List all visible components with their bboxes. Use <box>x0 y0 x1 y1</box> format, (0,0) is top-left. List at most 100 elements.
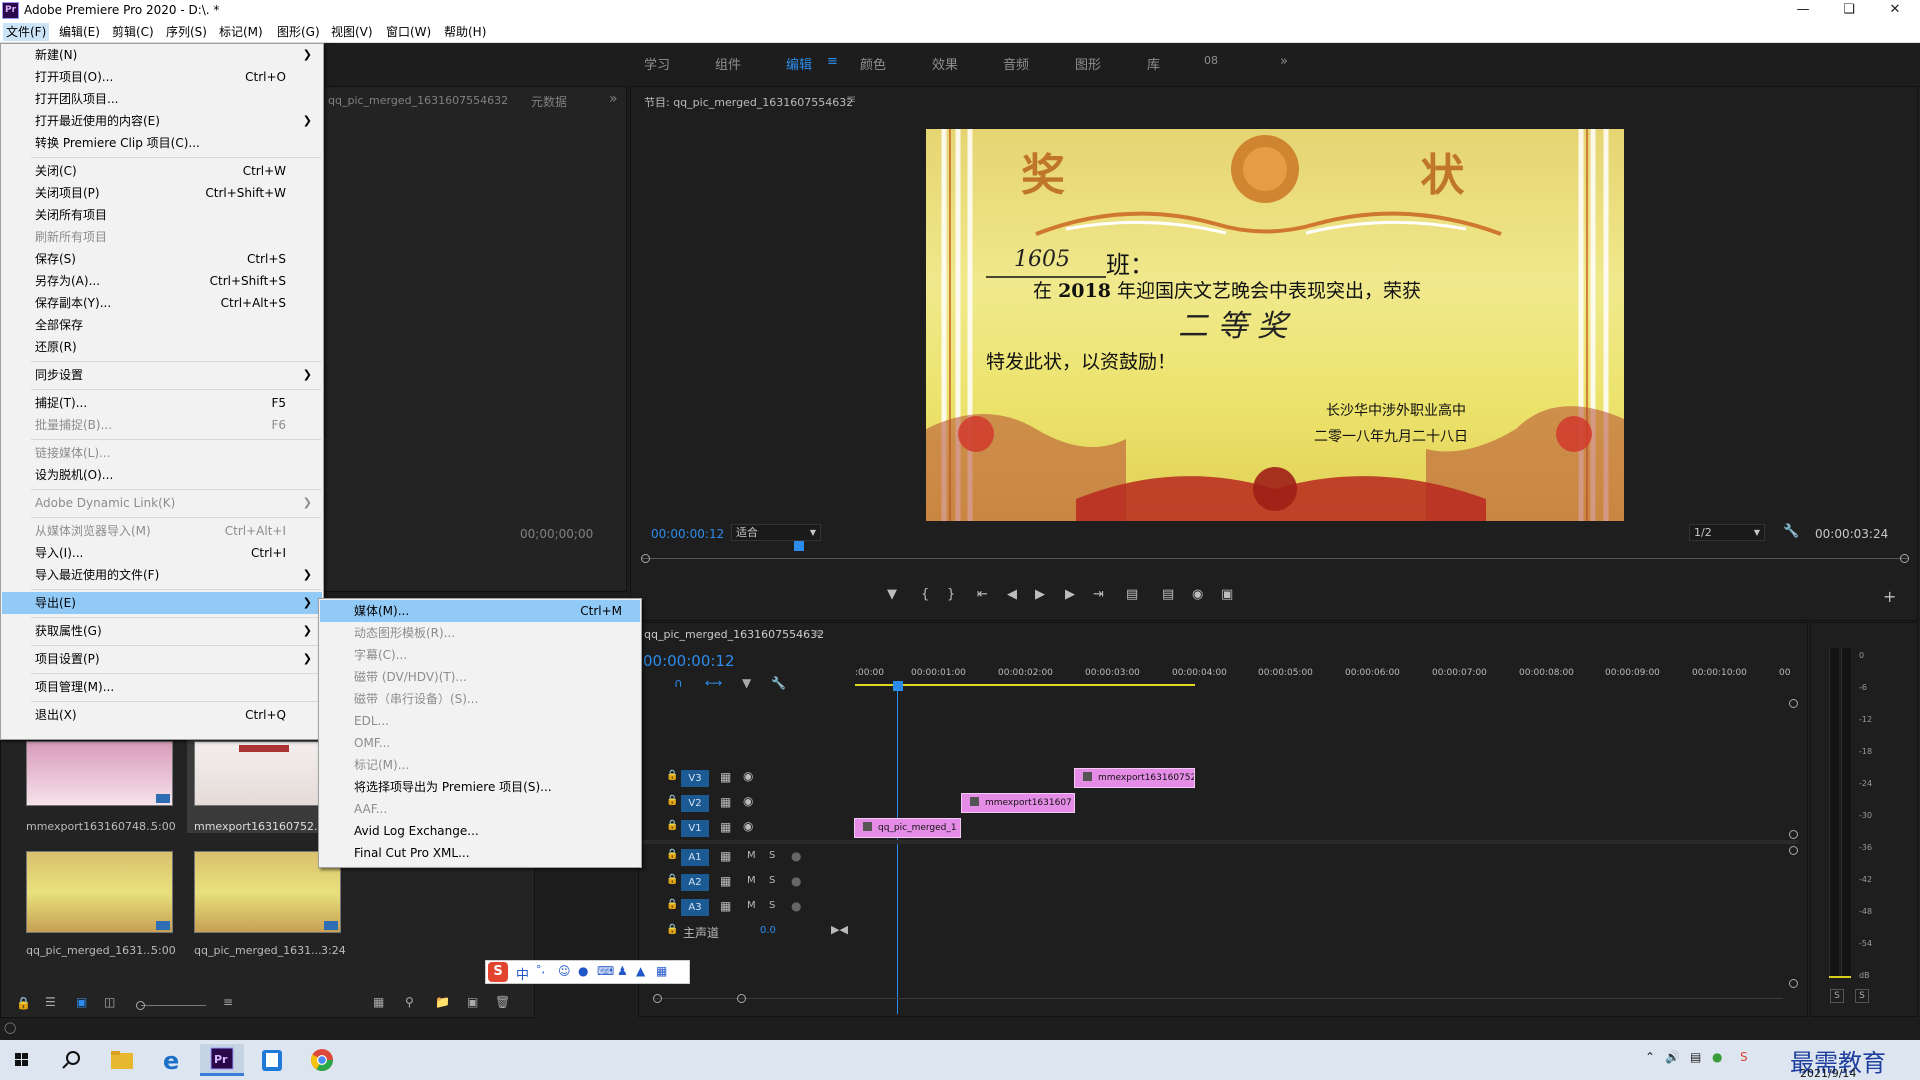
security-icon[interactable]: ● <box>1712 1050 1722 1064</box>
microphone-icon[interactable]: ● <box>578 964 588 978</box>
menu-item-open-recent[interactable]: 打开最近使用的内容(E) ❯ <box>2 110 322 132</box>
play-icon[interactable]: ▶ <box>1035 587 1045 602</box>
mute-button[interactable]: M <box>747 900 756 911</box>
menu-clip[interactable]: 剪辑(C) <box>109 23 157 41</box>
timeline-zoom-scroll[interactable] <box>653 994 1783 1003</box>
step-back-icon[interactable]: ◀ <box>1007 587 1017 602</box>
sync-lock-icon[interactable]: ▦ <box>720 849 731 863</box>
workspace-08[interactable]: 08 <box>1204 54 1218 67</box>
sogou-logo-icon[interactable]: S <box>488 962 508 982</box>
timeline-playhead-handle[interactable] <box>893 681 903 691</box>
scroll-handle[interactable] <box>1789 699 1798 708</box>
lock-icon[interactable]: 🔒 <box>666 849 678 860</box>
clip-v3[interactable]: mmexport163160752 <box>1074 768 1195 788</box>
emoji-icon[interactable]: ☺ <box>558 964 571 978</box>
network-icon[interactable]: ▤ <box>1690 1050 1701 1064</box>
microphone-icon[interactable]: ● <box>791 849 801 863</box>
list-view-icon[interactable]: ☰ <box>45 995 56 1009</box>
workspace-graphics[interactable]: 图形 <box>1075 54 1101 73</box>
scroll-handle[interactable] <box>737 994 746 1003</box>
file-explorer-icon[interactable] <box>100 1044 144 1076</box>
trash-icon[interactable]: 🗑 <box>495 995 510 1009</box>
add-button-icon[interactable]: + <box>1883 587 1896 606</box>
go-to-end-icon[interactable]: ▶◀ <box>831 923 848 936</box>
menu-window[interactable]: 窗口(W) <box>383 23 434 41</box>
time-ruler[interactable]: :00:00 00:00:01:00 00:00:02:00 00:00:03:… <box>855 663 1799 693</box>
workspace-learning[interactable]: 学习 <box>644 54 670 73</box>
menu-item-new[interactable]: 新建(N) ❯ <box>2 44 322 66</box>
scrub-start-handle[interactable] <box>641 554 650 563</box>
wrench-icon[interactable]: 🔧 <box>1783 524 1799 539</box>
ime-chinese-mode[interactable]: 中 <box>516 964 529 983</box>
workspace-overflow-icon[interactable]: » <box>1280 54 1288 69</box>
menu-file[interactable]: 文件(F) <box>3 23 50 41</box>
volume-icon[interactable]: 🔊 <box>1665 1050 1680 1064</box>
close-icon[interactable]: ✕ <box>1872 0 1918 21</box>
program-timecode[interactable]: 00:00:00:12 <box>651 527 724 541</box>
edge-browser-icon[interactable]: e <box>150 1044 194 1076</box>
sequence-tab[interactable]: qq_pic_merged_1631607554632 <box>644 628 824 641</box>
workspace-menu-icon[interactable]: ≡ <box>827 54 838 69</box>
search-icon[interactable] <box>50 1044 94 1076</box>
workspace-color[interactable]: 颜色 <box>860 54 886 73</box>
icon-view-icon[interactable]: ▣ <box>76 995 87 1009</box>
lock-icon[interactable]: 🔒 <box>666 924 678 935</box>
sync-lock-icon[interactable]: ▦ <box>720 899 731 913</box>
resolution-dropdown[interactable]: 1/2 ▼ <box>1689 524 1765 541</box>
mark-out-icon[interactable]: } <box>947 587 955 602</box>
menu-view[interactable]: 视图(V) <box>328 23 376 41</box>
menu-item-make-offline[interactable]: 设为脱机(O)... <box>2 464 322 486</box>
microphone-icon[interactable]: ● <box>791 899 801 913</box>
go-to-in-icon[interactable]: ⇤ <box>977 587 988 602</box>
menu-item-close-project[interactable]: 关闭项目(P) Ctrl+Shift+W <box>2 182 322 204</box>
lock-icon[interactable]: 🔒 <box>666 899 678 910</box>
sync-lock-icon[interactable]: ▦ <box>720 874 731 888</box>
track-toggle-v2[interactable]: V2 <box>681 795 709 812</box>
minimize-icon[interactable]: — <box>1780 0 1826 21</box>
sync-lock-icon[interactable]: ▦ <box>720 770 731 784</box>
workspace-assembly[interactable]: 组件 <box>715 54 741 73</box>
menu-item-export[interactable]: 导出(E) ❯ <box>2 592 322 614</box>
sync-lock-icon[interactable]: ▦ <box>720 795 731 809</box>
menu-item-save-copy[interactable]: 保存副本(Y)... Ctrl+Alt+S <box>2 292 322 314</box>
automate-icon[interactable]: ▦ <box>373 995 384 1009</box>
scroll-handle[interactable] <box>1789 846 1798 855</box>
add-marker-icon[interactable]: ▼ <box>887 587 897 602</box>
menu-item-get-properties[interactable]: 获取属性(G) ❯ <box>2 620 322 642</box>
track-toggle-a2[interactable]: A2 <box>681 874 709 891</box>
tray-chevron-icon[interactable]: ⌃ <box>1645 1050 1655 1064</box>
submenu-item-fcp-xml[interactable]: Final Cut Pro XML... <box>320 842 640 864</box>
menu-item-revert[interactable]: 还原(R) <box>2 336 322 358</box>
eye-icon[interactable]: ◉ <box>743 769 753 783</box>
playhead-marker[interactable] <box>794 541 804 551</box>
scroll-handle[interactable] <box>1789 830 1798 839</box>
clip-v2[interactable]: mmexport1631607 <box>961 793 1075 813</box>
menu-item-save-as[interactable]: 另存为(A)... Ctrl+Shift+S <box>2 270 322 292</box>
menu-item-sync-settings[interactable]: 同步设置 ❯ <box>2 364 322 386</box>
scrub-end-handle[interactable] <box>1900 554 1909 563</box>
metadata-tab[interactable]: 元数据 <box>531 93 567 110</box>
solo-button[interactable]: S <box>769 900 775 911</box>
menu-graphics[interactable]: 图形(G) <box>274 23 323 41</box>
new-bin-icon[interactable]: 📁 <box>435 995 450 1009</box>
menu-item-save-all[interactable]: 全部保存 <box>2 314 322 336</box>
lift-icon[interactable]: ▤ <box>1126 587 1138 602</box>
menu-sequence[interactable]: 序列(S) <box>163 23 210 41</box>
scroll-handle[interactable] <box>653 994 662 1003</box>
project-thumb-3[interactable] <box>26 851 173 933</box>
skin-icon[interactable]: ▲ <box>636 964 645 978</box>
track-toggle-a3[interactable]: A3 <box>681 899 709 916</box>
timeline-timecode[interactable]: 00:00:00:12 <box>643 652 735 670</box>
camera-icon[interactable]: ◉ <box>1192 587 1203 602</box>
lock-icon[interactable]: 🔒 <box>666 820 678 831</box>
program-video-frame[interactable]: 奖 状 1605 班： 在 2018 年迎国庆文艺晚会中表现突出，荣获 二 等 … <box>926 129 1624 521</box>
track-toggle-v3[interactable]: V3 <box>681 770 709 787</box>
panel-overflow-icon[interactable]: » <box>609 91 618 107</box>
menu-item-import-recent[interactable]: 导入最近使用的文件(F) ❯ <box>2 564 322 586</box>
workspace-libraries[interactable]: 库 <box>1147 54 1160 73</box>
sogou-tray-icon[interactable]: S <box>1740 1050 1748 1064</box>
fit-dropdown[interactable]: 适合 ▼ <box>731 524 821 541</box>
microphone-icon[interactable]: ● <box>791 874 801 888</box>
program-monitor-title[interactable]: 节目: qq_pic_merged_1631607554632 <box>644 94 853 110</box>
keyboard-icon[interactable]: ⌨ <box>597 964 614 978</box>
